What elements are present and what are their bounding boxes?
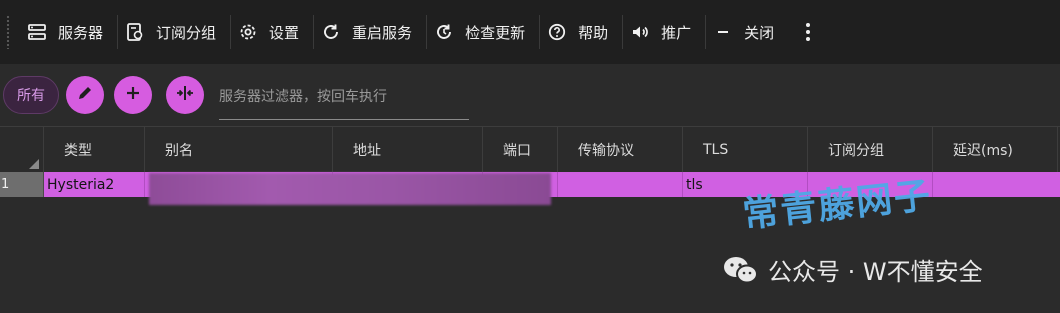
cell-transport[interactable] — [558, 172, 683, 197]
column-header-type[interactable]: 类型 — [44, 127, 145, 173]
help-button[interactable]: 帮助 — [540, 0, 622, 64]
subscription-icon — [126, 23, 144, 41]
help-icon — [548, 23, 566, 41]
cell-latency[interactable] — [933, 172, 1060, 197]
filter-all-label: 所有 — [17, 88, 45, 104]
split-icon — [175, 84, 195, 106]
column-header-alias[interactable]: 别名 — [145, 127, 333, 173]
close-button[interactable]: 关闭 — [706, 0, 788, 64]
restart-service-button-label: 重启服务 — [352, 23, 413, 42]
column-header-latency[interactable]: 延迟(ms) — [933, 127, 1058, 173]
close-button-label: 关闭 — [744, 23, 775, 42]
column-header-group[interactable]: 订阅分组 — [808, 127, 933, 173]
row-number[interactable]: 1 — [0, 172, 44, 197]
filter-all-chip[interactable]: 所有 — [3, 76, 59, 114]
server-icon — [28, 23, 46, 41]
help-button-label: 帮助 — [578, 23, 609, 42]
column-header-tls[interactable]: TLS — [683, 127, 808, 173]
toolbar-grip[interactable] — [6, 15, 10, 49]
wechat-account-text: 公众号 · W不懂安全 — [768, 258, 983, 286]
servers-button[interactable]: 服务器 — [20, 0, 117, 64]
add-server-button[interactable] — [114, 76, 152, 114]
column-header-port[interactable]: 端口 — [483, 127, 558, 173]
table-header: 类型 别名 地址 端口 传输协议 TLS 订阅分组 延迟(ms) — [0, 126, 1060, 173]
speaker-icon — [631, 23, 649, 41]
check-update-button-label: 检查更新 — [465, 23, 526, 42]
servers-button-label: 服务器 — [58, 23, 104, 42]
subscription-group-button-label: 订阅分组 — [156, 23, 217, 42]
plus-icon — [124, 84, 142, 106]
check-update-button[interactable]: 检查更新 — [427, 0, 539, 64]
update-icon — [435, 23, 453, 41]
server-filter-input[interactable] — [219, 82, 469, 120]
select-all-corner[interactable] — [0, 127, 44, 173]
promotion-button[interactable]: 推广 — [623, 0, 705, 64]
redacted-area — [149, 173, 551, 205]
settings-button[interactable]: 设置 — [231, 0, 313, 64]
more-vertical-icon[interactable] — [798, 0, 818, 64]
subscription-group-button[interactable]: 订阅分组 — [118, 0, 230, 64]
edit-button[interactable] — [66, 76, 104, 114]
pencil-icon — [76, 84, 94, 106]
restart-service-button[interactable]: 重启服务 — [314, 0, 426, 64]
wechat-logo-icon — [722, 255, 760, 285]
minus-icon — [714, 23, 732, 41]
gear-icon — [239, 23, 257, 41]
main-toolbar: 服务器 订阅分组 设置 重启服务 检查更新 帮助 推广 关闭 — [0, 0, 1060, 64]
cell-type[interactable]: Hysteria2 — [44, 172, 145, 197]
column-header-transport[interactable]: 传输协议 — [558, 127, 683, 173]
split-button[interactable] — [166, 76, 204, 114]
wechat-account-label: 公众号 · W不懂安全 — [722, 252, 983, 287]
restart-icon — [322, 23, 340, 41]
column-header-address[interactable]: 地址 — [333, 127, 483, 173]
promotion-button-label: 推广 — [661, 23, 692, 42]
settings-button-label: 设置 — [269, 23, 300, 42]
filter-bar: 所有 — [0, 64, 1060, 126]
